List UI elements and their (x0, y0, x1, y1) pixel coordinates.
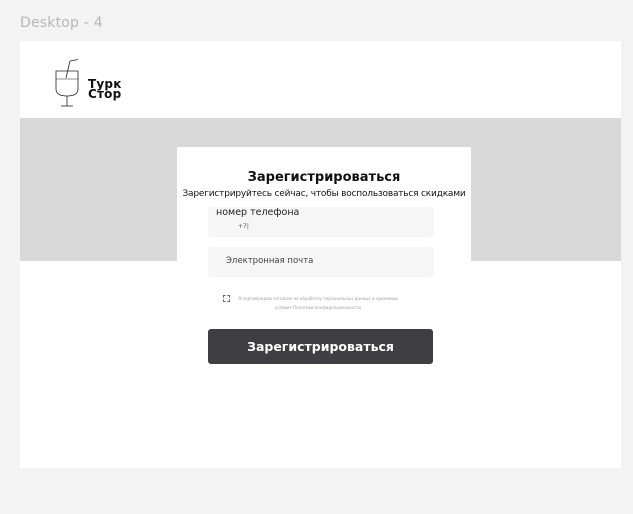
glass-with-straw-icon (55, 59, 79, 107)
desktop-frame: Турк Стор Зарегистрироваться Зарегистрир… (20, 41, 621, 468)
consent-checkbox[interactable] (223, 295, 230, 302)
consent-row: Я подтверждаю согласие на обработку перс… (223, 295, 423, 315)
email-field-placeholder: Электронная почта (226, 256, 314, 266)
logo-text: Турк Стор (88, 78, 122, 101)
email-field[interactable]: Электронная почта (208, 247, 434, 277)
phone-field[interactable]: номер телефона +7| (208, 207, 434, 237)
phone-field-label: номер телефона (216, 207, 300, 218)
phone-field-value[interactable]: +7| (238, 223, 249, 230)
frame-label: Desktop - 4 (20, 15, 103, 31)
consent-text: Я подтверждаю согласие на обработку перс… (238, 296, 398, 310)
submit-button[interactable]: Зарегистрироваться (208, 329, 433, 364)
logo[interactable]: Турк Стор (54, 59, 174, 109)
logo-line-2: Стор (88, 87, 122, 101)
form-subtitle: Зарегистрируйтесь сейчас, чтобы воспольз… (182, 189, 466, 199)
form-title: Зарегистрироваться (247, 170, 401, 185)
header: Турк Стор (20, 41, 621, 118)
